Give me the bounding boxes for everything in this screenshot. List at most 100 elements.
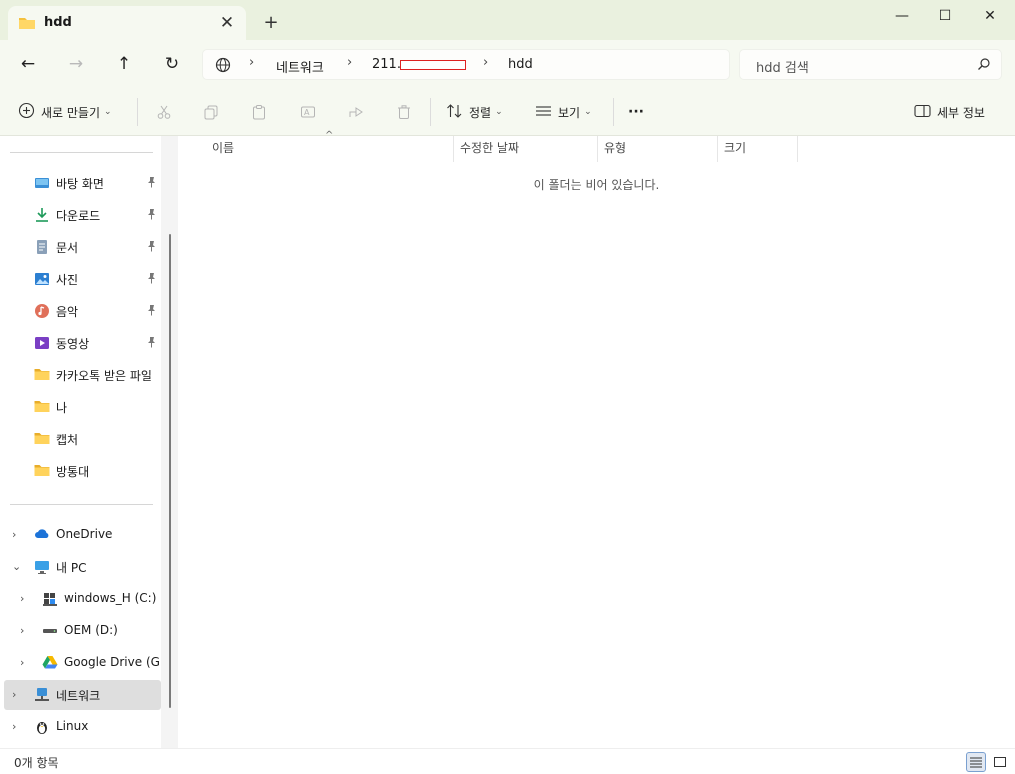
pin-icon[interactable] (146, 304, 157, 319)
breadcrumb-hdd[interactable]: hdd (508, 57, 533, 72)
pin-icon[interactable] (146, 176, 157, 191)
search-box[interactable]: hdd 검색 (739, 49, 1002, 80)
sidebar-item-label: Google Drive (G:) (64, 655, 164, 669)
column-header-modified[interactable]: 수정한 날짜 (454, 136, 598, 162)
sidebar-item-videos[interactable]: 동영상 (4, 328, 161, 358)
chevron-right-icon[interactable]: › (12, 720, 16, 733)
sidebar-item-knou-folder[interactable]: 방통대 (4, 456, 161, 486)
search-input[interactable]: hdd 검색 (756, 57, 809, 76)
sidebar-item-drive-d[interactable]: › OEM (D:) (4, 616, 161, 646)
sidebar-scrollbar[interactable] (161, 136, 178, 748)
item-count: 0개 항목 (14, 756, 59, 770)
redacted-mark (400, 60, 466, 70)
chevron-right-icon[interactable]: › (12, 528, 16, 541)
details-pane-button[interactable]: 세부 정보 (914, 100, 985, 124)
back-button[interactable]: ← (13, 50, 43, 78)
video-icon (34, 335, 50, 351)
navigation-bar: ← → ↑ ↻ › 네트워크 › 211. › hdd hdd 검색 (0, 40, 1015, 88)
title-bar: hdd ✕ + — ☐ ✕ (0, 0, 1015, 40)
sidebar-item-this-pc[interactable]: ⌄ 내 PC (4, 552, 161, 582)
sidebar-item-drive-g[interactable]: › Google Drive (G:) (4, 648, 164, 678)
rename-icon[interactable]: A (296, 100, 320, 124)
breadcrumb-separator: › (249, 55, 255, 70)
sidebar-item-label: windows_H (C:) (64, 591, 157, 605)
close-window-button[interactable]: ✕ (968, 4, 1012, 28)
search-icon (977, 57, 991, 74)
drive-icon (42, 623, 58, 639)
tab-hdd[interactable]: hdd ✕ (8, 6, 246, 40)
sidebar-item-kakaotalk-folder[interactable]: 카카오톡 받은 파일 (4, 360, 161, 390)
chevron-right-icon[interactable]: › (20, 592, 24, 605)
toolbar-divider (137, 98, 138, 126)
more-options-button[interactable]: ··· (628, 100, 644, 124)
chevron-right-icon[interactable]: › (20, 624, 24, 637)
view-button[interactable]: 보기 ⌄ (535, 100, 592, 124)
sidebar-item-label: 바탕 화면 (56, 177, 104, 191)
minimize-button[interactable]: — (880, 4, 924, 28)
sidebar-item-onedrive[interactable]: › OneDrive (4, 520, 161, 550)
new-button[interactable]: 새로 만들기 ⌄ (18, 100, 112, 124)
sidebar-item-label: 문서 (56, 241, 79, 255)
chevron-right-icon[interactable]: › (20, 656, 24, 669)
command-bar: 새로 만들기 ⌄ A 정렬 ⌄ 보기 ⌄ ··· 세부 정보 (0, 88, 1015, 136)
breadcrumb-separator: › (347, 55, 353, 70)
music-icon (34, 303, 50, 319)
column-header-type[interactable]: 유형 (598, 136, 718, 162)
sort-button[interactable]: 정렬 ⌄ (446, 100, 503, 124)
sidebar-item-na-folder[interactable]: 나 (4, 392, 161, 422)
pin-icon[interactable] (146, 240, 157, 255)
sidebar-item-desktop[interactable]: 바탕 화면 (4, 168, 161, 198)
sidebar-item-label: 동영상 (56, 337, 90, 351)
delete-icon[interactable] (392, 100, 416, 124)
sort-icon (446, 103, 463, 122)
address-bar[interactable]: › 네트워크 › 211. › hdd (202, 49, 730, 80)
pin-icon[interactable] (146, 336, 157, 351)
file-list-pane: ^ 이름 수정한 날짜 유형 크기 이 폴더는 비어 있습니다. (178, 130, 1015, 748)
sidebar-item-label: 음악 (56, 305, 79, 319)
sidebar-item-network[interactable]: › 네트워크 (4, 680, 161, 710)
sidebar-item-drive-c[interactable]: › windows_H (C:) (4, 584, 161, 614)
plus-circle-icon (18, 102, 35, 122)
sidebar-item-pictures[interactable]: 사진 (4, 264, 161, 294)
sidebar-divider (10, 504, 153, 505)
network-icon (34, 687, 50, 703)
sidebar-item-label: 나 (56, 401, 68, 415)
sidebar-item-downloads[interactable]: 다운로드 (4, 200, 161, 230)
download-icon (34, 207, 50, 223)
folder-icon (34, 431, 50, 447)
refresh-button[interactable]: ↻ (157, 50, 187, 78)
chevron-right-icon[interactable]: › (12, 688, 16, 701)
pin-icon[interactable] (146, 272, 157, 287)
scrollbar-thumb[interactable] (169, 234, 171, 708)
maximize-button[interactable]: ☐ (923, 4, 967, 28)
sidebar-item-label: 네트워크 (56, 689, 101, 703)
cut-icon[interactable] (152, 100, 176, 124)
sidebar-item-music[interactable]: 음악 (4, 296, 161, 326)
sidebar-divider (10, 152, 153, 153)
sidebar-item-label: Linux (56, 719, 89, 733)
folder-icon (34, 399, 50, 415)
large-icons-view-button[interactable] (990, 752, 1010, 772)
pin-icon[interactable] (146, 208, 157, 223)
breadcrumb-network[interactable]: 네트워크 (276, 57, 324, 76)
tab-close-icon[interactable]: ✕ (216, 12, 238, 34)
copy-icon[interactable] (199, 100, 223, 124)
new-button-label: 새로 만들기 (41, 105, 101, 120)
chevron-down-icon[interactable]: ⌄ (12, 560, 21, 573)
folder-icon (34, 367, 50, 383)
sidebar-item-linux[interactable]: › Linux (4, 712, 161, 742)
column-header-size[interactable]: 크기 (718, 136, 798, 162)
share-icon[interactable] (344, 100, 368, 124)
sidebar-item-capture-folder[interactable]: 캡처 (4, 424, 161, 454)
up-button[interactable]: ↑ (109, 50, 139, 78)
paste-icon[interactable] (247, 100, 271, 124)
details-view-button[interactable] (966, 752, 986, 772)
folder-icon (18, 16, 36, 33)
new-tab-button[interactable]: + (260, 12, 282, 34)
sort-label: 정렬 (469, 105, 492, 120)
breadcrumb-server[interactable]: 211. (372, 57, 401, 72)
forward-button[interactable]: → (61, 50, 91, 78)
column-header-name[interactable]: 이름 (206, 136, 454, 162)
breadcrumb-separator: › (483, 55, 489, 70)
sidebar-item-documents[interactable]: 문서 (4, 232, 161, 262)
